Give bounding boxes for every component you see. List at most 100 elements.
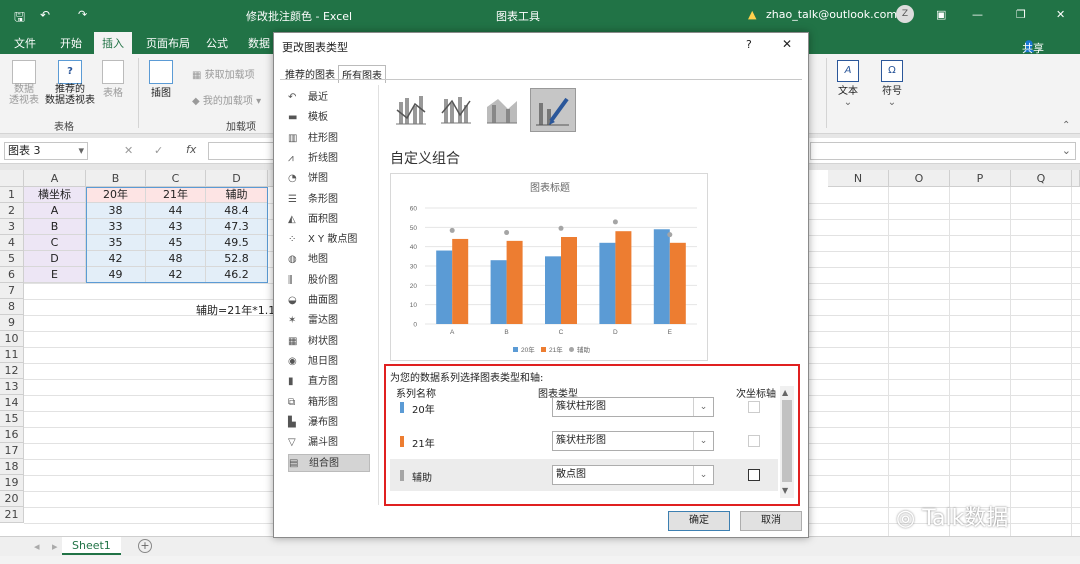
save-icon[interactable]: 🖫 xyxy=(14,8,25,30)
column-header[interactable]: P xyxy=(950,170,1011,187)
row-header[interactable]: 16 xyxy=(0,427,24,443)
avatar[interactable]: Z xyxy=(896,5,914,23)
data-cell[interactable]: 49 xyxy=(86,267,146,283)
secondary-axis-checkbox[interactable] xyxy=(748,469,760,481)
collapse-ribbon-icon[interactable]: ⌃ xyxy=(1062,120,1070,131)
expand-formula-icon[interactable]: ⌄ xyxy=(1062,144,1071,157)
select-all-corner[interactable] xyxy=(0,170,24,187)
row-header[interactable]: 14 xyxy=(0,395,24,411)
combo-secondary-axis-icon[interactable] xyxy=(438,89,476,129)
cancel-entry-icon[interactable]: ✕ xyxy=(124,144,133,157)
row-header[interactable]: 20 xyxy=(0,491,24,507)
column-header[interactable]: B xyxy=(86,170,146,187)
my-addins-button[interactable]: ◆ 我的加载项 ▾ xyxy=(192,92,261,107)
nav-item[interactable]: ◉ 旭日图 xyxy=(288,353,370,371)
illustrations-button[interactable]: 插图 xyxy=(146,60,176,99)
scroll-thumb[interactable] xyxy=(782,400,792,482)
tab-page-layout[interactable]: 页面布局 xyxy=(146,35,190,51)
secondary-axis-checkbox[interactable] xyxy=(748,401,760,413)
header-cell[interactable]: 20年 xyxy=(86,187,146,203)
tab-file[interactable]: 文件 xyxy=(14,35,36,51)
row-header[interactable]: 7 xyxy=(0,283,24,299)
data-cell[interactable]: 48 xyxy=(146,251,206,267)
insert-function-icon[interactable]: fx xyxy=(186,143,196,156)
minimize-icon[interactable]: — xyxy=(972,8,983,21)
data-cell[interactable]: D xyxy=(24,251,86,267)
tab-all-charts[interactable]: 所有图表 xyxy=(338,65,386,83)
close-window-icon[interactable]: ✕ xyxy=(1056,8,1065,21)
scroll-right-icon[interactable]: ▸ xyxy=(52,540,58,553)
scroll-up-icon[interactable]: ▲ xyxy=(782,388,788,397)
data-cell[interactable]: 38 xyxy=(86,203,146,219)
column-header[interactable]: Q xyxy=(1011,170,1072,187)
nav-item[interactable]: ▤ 组合图 xyxy=(288,454,370,473)
nav-item[interactable]: ✶ 雷达图 xyxy=(288,312,370,330)
nav-item[interactable]: ▮ 直方图 xyxy=(288,373,370,391)
tab-home[interactable]: 开始 xyxy=(60,35,82,51)
recommended-pivot-button[interactable]: ? 推荐的 数据透视表 xyxy=(44,60,96,106)
nav-item[interactable]: ▬ 模板 xyxy=(288,109,370,127)
nav-item[interactable]: ⧉ 箱形图 xyxy=(288,394,370,412)
data-cell[interactable]: 47.3 xyxy=(206,219,268,235)
row-header[interactable]: 1 xyxy=(0,187,24,203)
scrollbar[interactable]: ▲ ▼ xyxy=(780,386,794,498)
tab-formulas[interactable]: 公式 xyxy=(206,35,228,51)
redo-icon[interactable]: ↷ xyxy=(78,8,87,21)
formula-input[interactable] xyxy=(208,142,274,160)
column-header[interactable]: C xyxy=(146,170,206,187)
nav-item[interactable]: ◍ 地图 xyxy=(288,251,370,269)
data-cell[interactable]: 49.5 xyxy=(206,235,268,251)
custom-combo-icon[interactable] xyxy=(530,88,576,132)
data-cell[interactable]: 33 xyxy=(86,219,146,235)
header-cell[interactable]: 横坐标 xyxy=(24,187,86,203)
data-cell[interactable]: B xyxy=(24,219,86,235)
nav-item[interactable]: ⫼ 股价图 xyxy=(288,272,370,290)
data-cell[interactable]: 42 xyxy=(86,251,146,267)
nav-item[interactable]: ▥ 柱形图 xyxy=(288,130,370,148)
cancel-button[interactable]: 取消 xyxy=(740,511,802,531)
nav-item[interactable]: ▦ 树状图 xyxy=(288,333,370,351)
data-cell[interactable]: E xyxy=(24,267,86,283)
data-cell[interactable]: 44 xyxy=(146,203,206,219)
row-header[interactable]: 5 xyxy=(0,251,24,267)
data-cell[interactable]: 42 xyxy=(146,267,206,283)
secondary-axis-checkbox[interactable] xyxy=(748,435,760,447)
row-header[interactable]: 3 xyxy=(0,219,24,235)
row-header[interactable]: 15 xyxy=(0,411,24,427)
nav-item[interactable]: ◭ 面积图 xyxy=(288,211,370,229)
combo-clustered-line-icon[interactable] xyxy=(392,89,430,129)
scroll-left-icon[interactable]: ◂ xyxy=(34,540,40,553)
header-cell[interactable]: 21年 xyxy=(146,187,206,203)
name-box[interactable]: 图表 3 ▾ xyxy=(4,142,88,160)
column-header[interactable]: O xyxy=(889,170,950,187)
nav-item[interactable]: ⁘ X Y 散点图 xyxy=(288,231,370,249)
row-header[interactable]: 8 xyxy=(0,299,24,315)
ok-button[interactable]: 确定 xyxy=(668,511,730,531)
row-header[interactable]: 17 xyxy=(0,443,24,459)
nav-item[interactable]: ☰ 条形图 xyxy=(288,191,370,209)
header-cell[interactable]: 辅助 xyxy=(206,187,268,203)
row-header[interactable]: 11 xyxy=(0,347,24,363)
help-button[interactable]: ? xyxy=(746,38,752,51)
confirm-entry-icon[interactable]: ✓ xyxy=(154,144,163,157)
column-header[interactable]: D xyxy=(206,170,268,187)
data-cell[interactable]: A xyxy=(24,203,86,219)
data-cell[interactable]: 35 xyxy=(86,235,146,251)
formula-input-right[interactable]: ⌄ xyxy=(810,142,1076,160)
tab-data[interactable]: 数据 xyxy=(248,35,270,51)
row-header[interactable]: 21 xyxy=(0,507,24,523)
nav-item[interactable]: ◒ 曲面图 xyxy=(288,292,370,310)
column-header[interactable]: N xyxy=(828,170,889,187)
chart-type-select[interactable]: 簇状柱形图 ⌄ xyxy=(552,397,714,417)
account-email[interactable]: zhao_talk@outlook.com xyxy=(766,8,897,21)
table-button[interactable]: 表格 xyxy=(100,60,126,99)
scroll-down-icon[interactable]: ▼ xyxy=(782,486,788,495)
row-header[interactable]: 10 xyxy=(0,331,24,347)
data-cell[interactable]: 52.8 xyxy=(206,251,268,267)
text-button[interactable]: A 文本 ⌄ xyxy=(834,60,862,108)
row-header[interactable]: 2 xyxy=(0,203,24,219)
pivot-table-button[interactable]: 数据 透视表 xyxy=(8,60,40,106)
nav-item[interactable]: ▙ 瀑布图 xyxy=(288,414,370,432)
nav-item[interactable]: ▽ 漏斗图 xyxy=(288,434,370,452)
row-header[interactable]: 6 xyxy=(0,267,24,283)
